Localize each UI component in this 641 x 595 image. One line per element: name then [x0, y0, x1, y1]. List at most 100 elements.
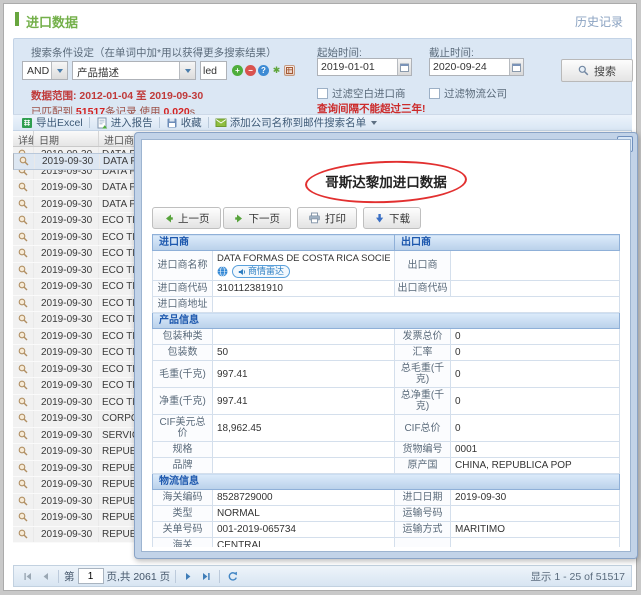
magnifier-icon	[18, 380, 28, 390]
field-label: 运输号码	[395, 506, 451, 522]
magnifier-icon	[18, 265, 28, 275]
data-range-text: 数据范围: 2012-01-04 至 2019-09-30	[31, 88, 203, 103]
modal-toolbar: 上一页 下一页 打印 下载	[152, 207, 421, 229]
row-detail-cell[interactable]	[13, 180, 34, 196]
row-detail-cell[interactable]	[14, 154, 35, 169]
first-page-button[interactable]	[20, 569, 35, 584]
magnifier-icon	[18, 529, 28, 539]
row-date-cell: 2019-09-30	[34, 494, 99, 510]
field-label: 类型	[153, 506, 213, 522]
row-detail-cell[interactable]	[13, 345, 34, 361]
row-detail-cell[interactable]	[13, 197, 34, 213]
row-detail-cell[interactable]	[13, 296, 34, 312]
print-button[interactable]: 打印	[297, 207, 357, 229]
previous-page-button[interactable]	[38, 569, 53, 584]
page-suffix-label: 页,共 2061 页	[107, 569, 171, 584]
field-label: 发票总价	[395, 329, 451, 345]
favorite-button[interactable]: 收藏	[166, 115, 202, 130]
detail-row: CIF美元总价18,962.45CIF总价0	[153, 415, 620, 442]
row-detail-cell[interactable]	[13, 428, 34, 444]
export-excel-button[interactable]: 导出Excel	[21, 115, 83, 130]
row-detail-cell[interactable]	[13, 411, 34, 427]
row-detail-cell[interactable]	[13, 263, 34, 279]
add-condition-icon[interactable]: +	[232, 65, 243, 76]
field-value: 310112381910	[213, 281, 395, 297]
field-value	[451, 251, 620, 281]
filter-logistics-checkbox[interactable]	[429, 88, 440, 99]
row-detail-cell[interactable]	[13, 378, 34, 394]
column-header-detail[interactable]: 详细	[13, 131, 34, 146]
row-detail-cell[interactable]	[13, 527, 34, 543]
search-field-select[interactable]: 产品描述	[72, 61, 196, 80]
row-detail-cell[interactable]	[13, 510, 34, 526]
calendar-icon[interactable]	[397, 59, 411, 75]
section-header: 物流信息	[153, 474, 620, 490]
keyword-input[interactable]	[200, 61, 227, 80]
remove-condition-icon[interactable]: −	[245, 65, 256, 76]
field-label: 出口商	[395, 251, 451, 281]
row-detail-cell[interactable]	[13, 230, 34, 246]
next-page-button[interactable]	[181, 569, 196, 584]
page-number-input[interactable]	[78, 568, 104, 584]
globe-icon[interactable]	[217, 266, 228, 277]
field-value	[213, 329, 395, 345]
clear-conditions-icon[interactable]	[284, 65, 295, 76]
previous-record-button[interactable]: 上一页	[152, 207, 221, 229]
row-detail-cell[interactable]	[13, 395, 34, 411]
calendar-icon[interactable]	[509, 59, 523, 75]
enter-report-button[interactable]: 进入报告	[96, 115, 153, 130]
refresh-icon[interactable]	[225, 569, 240, 584]
field-value	[213, 442, 395, 458]
arrow-left-icon	[163, 213, 174, 224]
row-detail-cell[interactable]	[13, 213, 34, 229]
field-value: 0	[451, 345, 620, 361]
row-date-cell: 2019-09-30	[34, 395, 99, 411]
next-record-button[interactable]: 下一页	[223, 207, 292, 229]
save-icon	[166, 117, 178, 129]
add-company-to-mail-list-button[interactable]: 添加公司名称到邮件搜索名单	[215, 115, 378, 130]
field-label: CIF总价	[395, 415, 451, 442]
business-radar-badge[interactable]: 商情雷达	[232, 265, 290, 278]
field-value: 997.41	[213, 388, 395, 415]
pager-separator	[219, 570, 220, 583]
modal-title: 哥斯达黎加进口数据	[142, 171, 630, 191]
chevron-down-icon	[371, 121, 377, 125]
row-detail-cell[interactable]	[13, 246, 34, 262]
field-value	[451, 281, 620, 297]
field-label: 进口商名称	[153, 251, 213, 281]
column-header-date[interactable]: 日期	[34, 131, 99, 146]
help-icon[interactable]: ?	[258, 65, 269, 76]
row-date-cell: 2019-09-30	[34, 230, 99, 246]
field-value: 0001	[451, 442, 620, 458]
row-detail-cell[interactable]	[13, 494, 34, 510]
row-detail-cell[interactable]	[13, 477, 34, 493]
magnifier-icon	[18, 314, 28, 324]
detail-table: 进口商出口商进口商名称DATA FORMAS DE COSTA RICA SOC…	[152, 234, 620, 547]
row-detail-cell[interactable]	[13, 312, 34, 328]
row-detail-cell[interactable]	[13, 461, 34, 477]
main-panel: 进口数据 历史记录 搜索条件设定（在单词中加*用以获得更多搜索结果） AND 产…	[3, 3, 637, 591]
filter-blank-importer-checkbox[interactable]	[317, 88, 328, 99]
last-page-button[interactable]	[199, 569, 214, 584]
row-detail-cell[interactable]	[13, 362, 34, 378]
search-button[interactable]: 搜索	[561, 59, 633, 82]
field-value	[451, 506, 620, 522]
detail-row: 包装种类发票总价0	[153, 329, 620, 345]
radar-icon	[238, 268, 246, 276]
wildcard-icon[interactable]: ✱	[271, 65, 282, 76]
field-value: 0	[451, 329, 620, 345]
row-detail-cell[interactable]	[13, 329, 34, 345]
pager-separator	[175, 570, 176, 583]
row-detail-cell[interactable]	[13, 444, 34, 460]
row-date-cell: 2019-09-30	[34, 329, 99, 345]
magnifier-icon	[19, 156, 29, 166]
bool-operator-select[interactable]: AND	[22, 61, 68, 80]
row-date-cell: 2019-09-30	[34, 477, 99, 493]
search-panel: 搜索条件设定（在单词中加*用以获得更多搜索结果） AND 产品描述 + − ? …	[13, 38, 632, 116]
field-label: 关单号码	[153, 522, 213, 538]
detail-row: 包装数50汇率0	[153, 345, 620, 361]
excel-icon	[21, 117, 33, 129]
download-button[interactable]: 下载	[363, 207, 421, 229]
row-detail-cell[interactable]	[13, 279, 34, 295]
history-link[interactable]: 历史记录	[575, 13, 623, 30]
